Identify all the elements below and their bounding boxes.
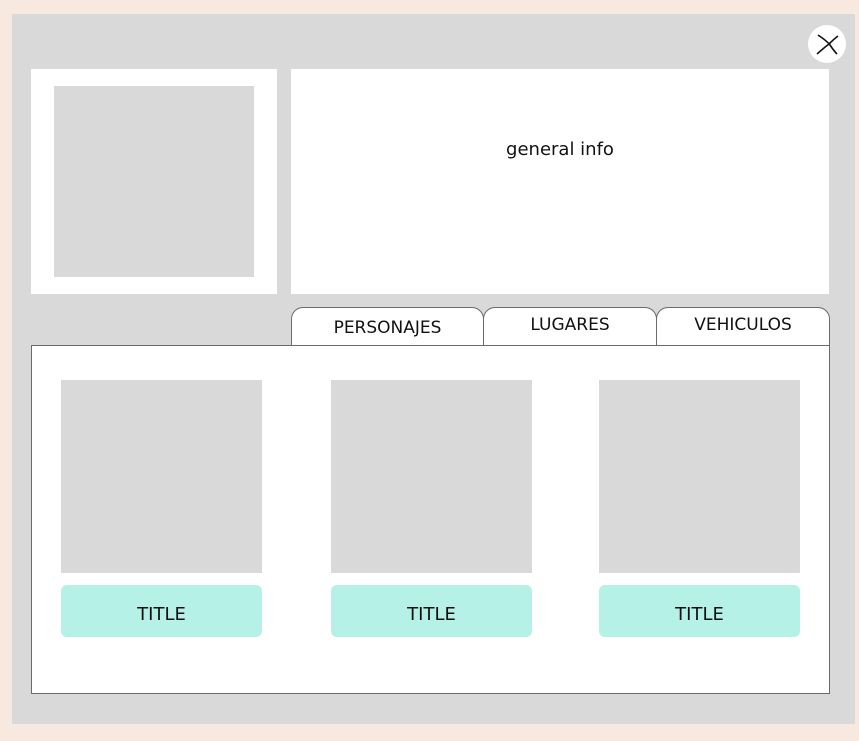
tab-content-panel: TITLE TITLE TITLE — [31, 345, 830, 694]
profile-image-placeholder — [54, 86, 254, 277]
card-image-placeholder — [61, 380, 262, 573]
tab-label: VEHICULOS — [694, 315, 792, 335]
card-item[interactable]: TITLE — [331, 380, 532, 637]
tab-lugares[interactable]: LUGARES — [483, 307, 657, 347]
card-title-button[interactable]: TITLE — [331, 585, 532, 637]
card-title-button[interactable]: TITLE — [61, 585, 262, 637]
close-icon — [816, 34, 839, 55]
profile-image-frame — [31, 69, 277, 294]
tab-label: PERSONAJES — [333, 318, 442, 338]
card-title-button[interactable]: TITLE — [599, 585, 800, 637]
card-item[interactable]: TITLE — [61, 380, 262, 637]
card-image-placeholder — [599, 380, 800, 573]
close-button[interactable] — [808, 25, 846, 63]
tab-label: LUGARES — [530, 315, 610, 335]
general-info-panel: general info — [291, 69, 829, 294]
tab-personajes[interactable]: PERSONAJES — [291, 307, 484, 347]
card-image-placeholder — [331, 380, 532, 573]
card-item[interactable]: TITLE — [599, 380, 800, 637]
tab-vehiculos[interactable]: VEHICULOS — [656, 307, 830, 347]
general-info-text: general info — [506, 139, 614, 160]
